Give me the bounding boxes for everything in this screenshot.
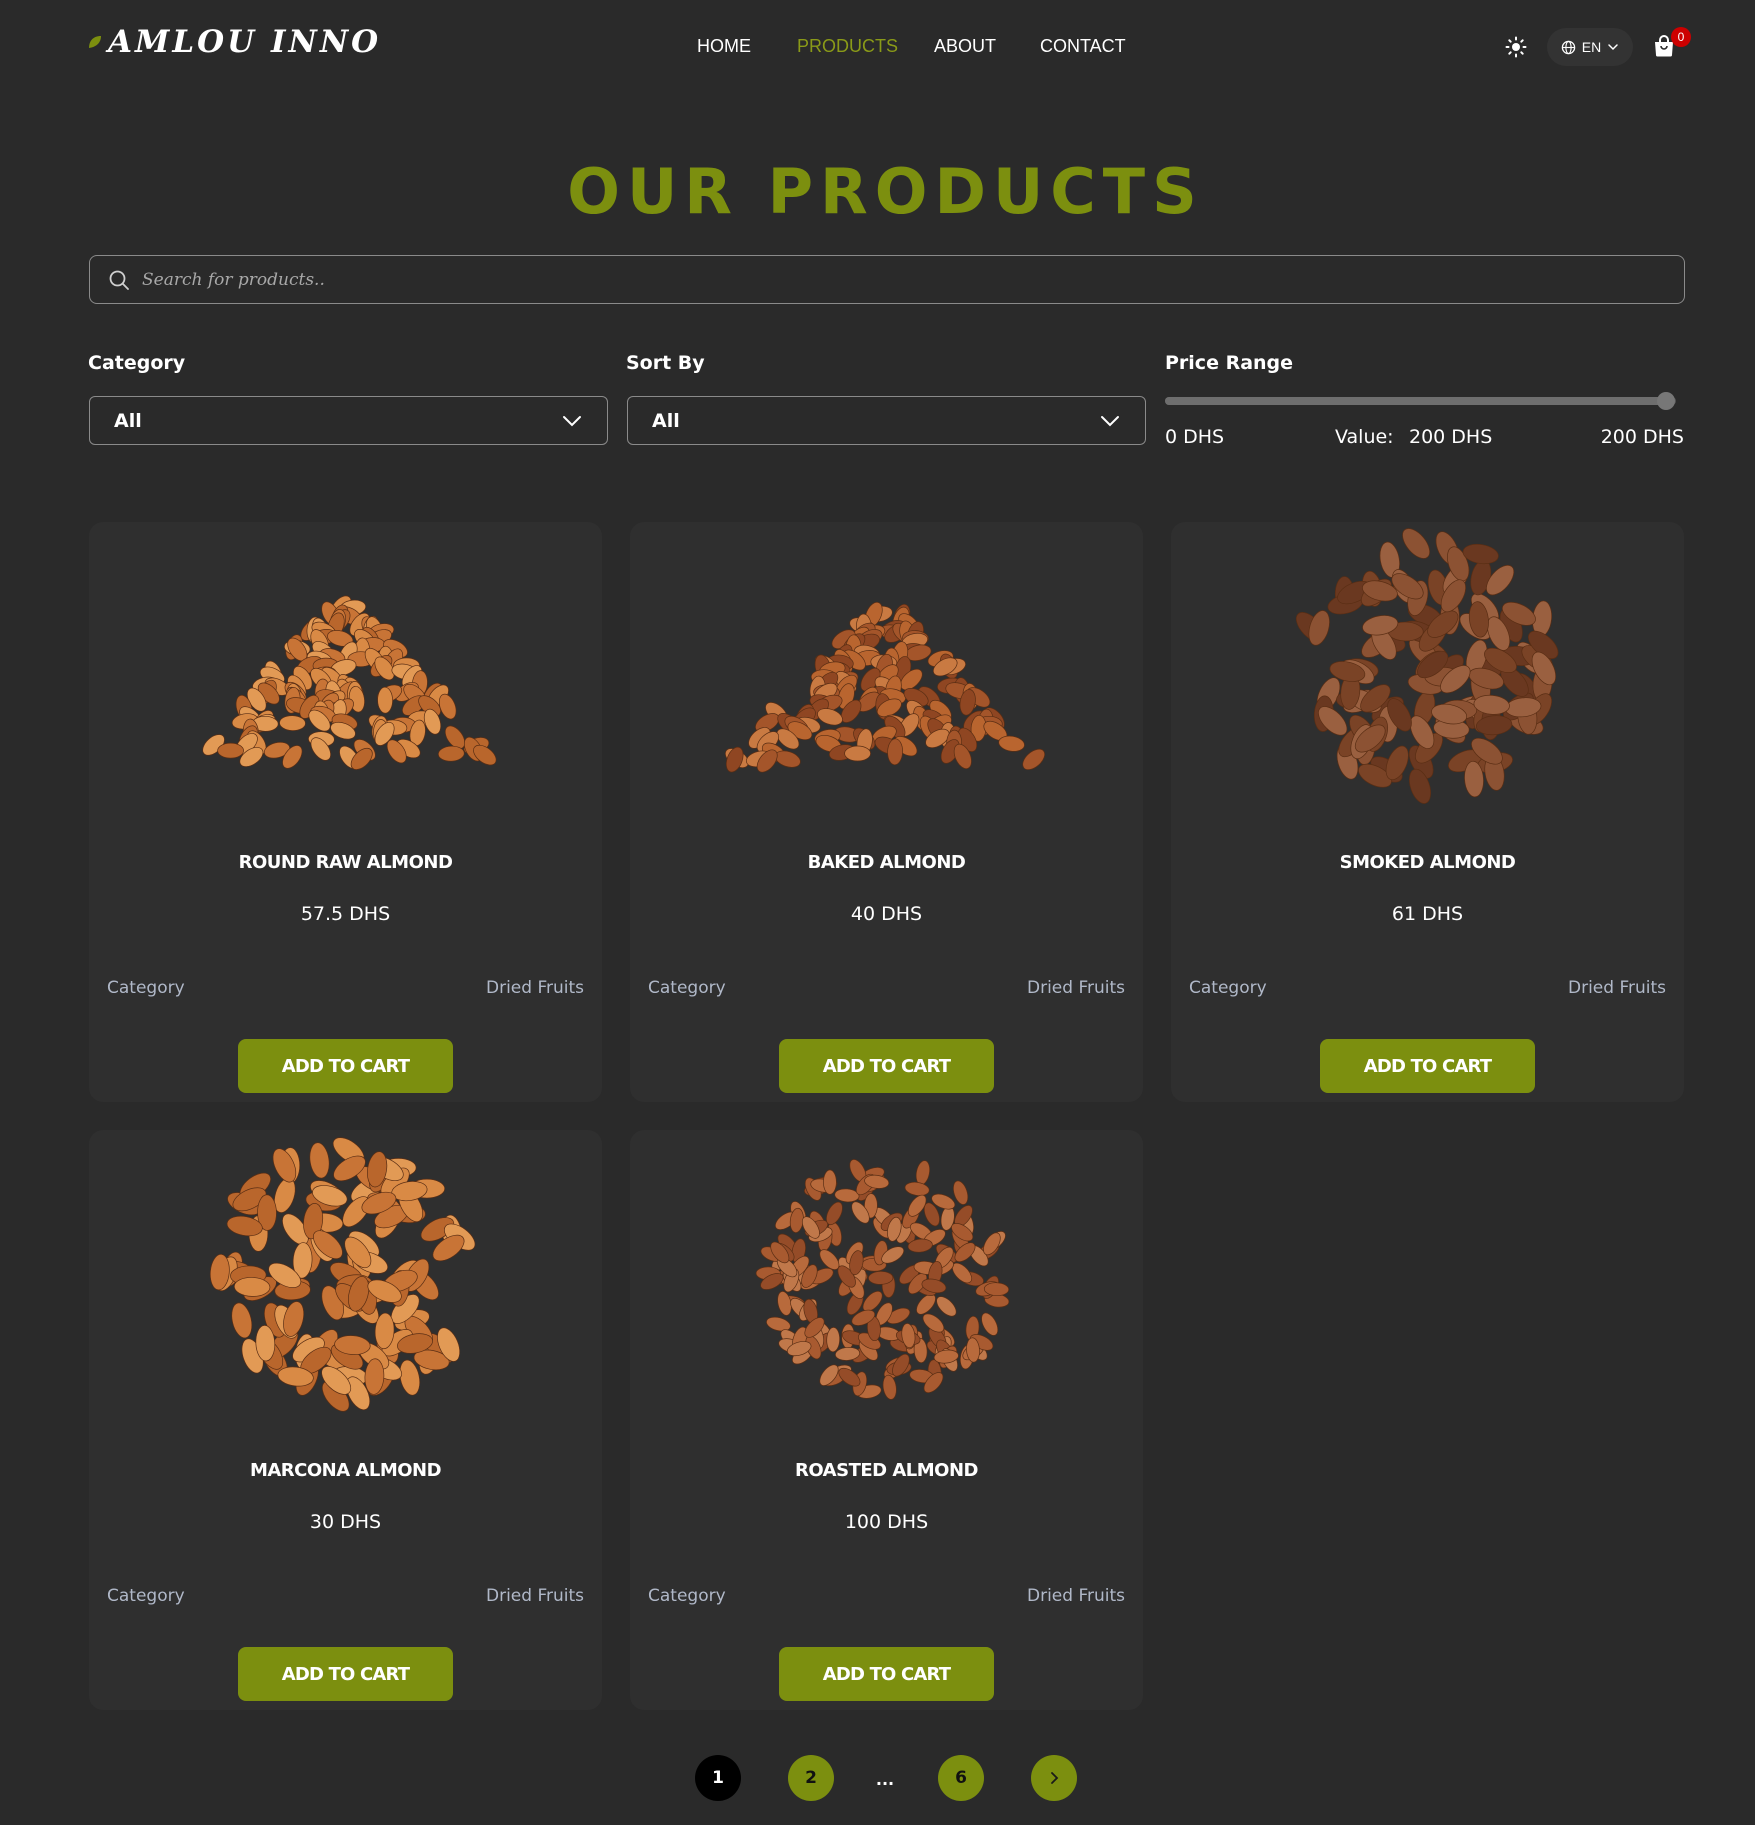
pagination-ellipsis: ... <box>875 1770 895 1789</box>
nav-about[interactable]: ABOUT <box>934 36 996 57</box>
product-category-label: Category <box>648 1586 726 1606</box>
almond-illustration <box>209 1137 476 1412</box>
page-button-2[interactable]: 2 <box>788 1755 834 1801</box>
add-to-cart-button[interactable]: ADD TO CART <box>1320 1039 1535 1093</box>
sort-filter-label: Sort By <box>626 352 705 374</box>
product-price: 100 DHS <box>844 1511 929 1533</box>
price-range-label: Price Range <box>1165 352 1294 374</box>
price-range-slider[interactable] <box>1165 392 1676 410</box>
product-card: SMOKED ALMOND 61 DHS Category Dried Frui… <box>1171 522 1684 1102</box>
price-range-thumb[interactable] <box>1657 392 1675 410</box>
price-range-fill <box>1165 397 1666 405</box>
product-price: 30 DHS <box>309 1511 382 1533</box>
product-image[interactable] <box>89 522 602 822</box>
almond-illustration <box>755 1159 1010 1400</box>
product-category-value: Dried Fruits <box>1567 978 1666 998</box>
add-to-cart-button[interactable]: ADD TO CART <box>238 1039 453 1093</box>
price-range-value-label: Value: <box>1335 426 1394 448</box>
page-button-6[interactable]: 6 <box>938 1755 984 1801</box>
nav-contact[interactable]: CONTACT <box>1040 36 1126 57</box>
language-code: EN <box>1581 39 1602 55</box>
add-to-cart-button[interactable]: ADD TO CART <box>779 1039 994 1093</box>
product-name[interactable]: ROUND RAW ALMOND <box>89 852 602 873</box>
almond-illustration <box>202 595 497 770</box>
product-card: BAKED ALMOND 40 DHS Category Dried Fruit… <box>630 522 1143 1102</box>
nav-products[interactable]: PRODUCTS <box>797 36 898 57</box>
price-range-max: 200 DHS <box>1600 426 1684 448</box>
page-title: OUR PRODUCTS <box>567 155 1204 228</box>
category-select[interactable]: All <box>89 396 608 445</box>
sort-select[interactable]: All <box>627 396 1146 445</box>
product-name[interactable]: SMOKED ALMOND <box>1171 852 1684 873</box>
product-price: 61 DHS <box>1391 903 1464 925</box>
product-card: MARCONA ALMOND 30 DHS Category Dried Fru… <box>89 1130 602 1710</box>
price-range-value: 200 DHS <box>1409 426 1493 448</box>
chevron-right-icon <box>1051 1772 1059 1784</box>
product-category-label: Category <box>107 978 185 998</box>
product-name[interactable]: ROASTED ALMOND <box>630 1460 1143 1481</box>
product-image[interactable] <box>1171 522 1684 822</box>
product-category-value: Dried Fruits <box>1026 978 1125 998</box>
page-button-1[interactable]: 1 <box>695 1755 741 1801</box>
product-name[interactable]: BAKED ALMOND <box>630 852 1143 873</box>
product-card: ROASTED ALMOND 100 DHS Category Dried Fr… <box>630 1130 1143 1710</box>
search-input[interactable] <box>142 256 1684 303</box>
search-bar <box>89 255 1685 304</box>
product-category-value: Dried Fruits <box>485 1586 584 1606</box>
sun-icon[interactable] <box>1504 35 1528 59</box>
product-image[interactable] <box>89 1130 602 1430</box>
product-category-value: Dried Fruits <box>1026 1586 1125 1606</box>
product-price: 57.5 DHS <box>300 903 391 925</box>
site-header: AMLOU INNO HOME PRODUCTS ABOUT CONTACT E… <box>0 0 1755 95</box>
product-category-label: Category <box>1189 978 1267 998</box>
chevron-down-icon <box>1608 44 1618 51</box>
almond-illustration <box>724 601 1046 773</box>
chevron-down-icon <box>1101 415 1119 426</box>
almond-illustration <box>1295 528 1559 804</box>
category-filter-label: Category <box>88 352 186 374</box>
add-to-cart-button[interactable]: ADD TO CART <box>779 1647 994 1701</box>
nav-home[interactable]: HOME <box>697 36 751 57</box>
product-card: ROUND RAW ALMOND 57.5 DHS Category Dried… <box>89 522 602 1102</box>
product-category-label: Category <box>648 978 726 998</box>
sort-select-value: All <box>652 409 680 432</box>
add-to-cart-button[interactable]: ADD TO CART <box>238 1647 453 1701</box>
category-select-value: All <box>114 409 142 432</box>
product-category-value: Dried Fruits <box>485 978 584 998</box>
main-nav: HOME PRODUCTS ABOUT CONTACT <box>0 36 1755 60</box>
search-icon <box>109 270 129 290</box>
product-category-label: Category <box>107 1586 185 1606</box>
language-selector[interactable]: EN <box>1547 28 1633 66</box>
price-range-min: 0 DHS <box>1165 426 1225 448</box>
product-name[interactable]: MARCONA ALMOND <box>89 1460 602 1481</box>
globe-icon <box>1561 40 1576 54</box>
chevron-down-icon <box>563 415 581 426</box>
product-price: 40 DHS <box>850 903 923 925</box>
cart-count-badge: 0 <box>1671 27 1691 47</box>
product-image[interactable] <box>630 522 1143 822</box>
product-image[interactable] <box>630 1130 1143 1430</box>
next-page-button[interactable] <box>1031 1755 1077 1801</box>
